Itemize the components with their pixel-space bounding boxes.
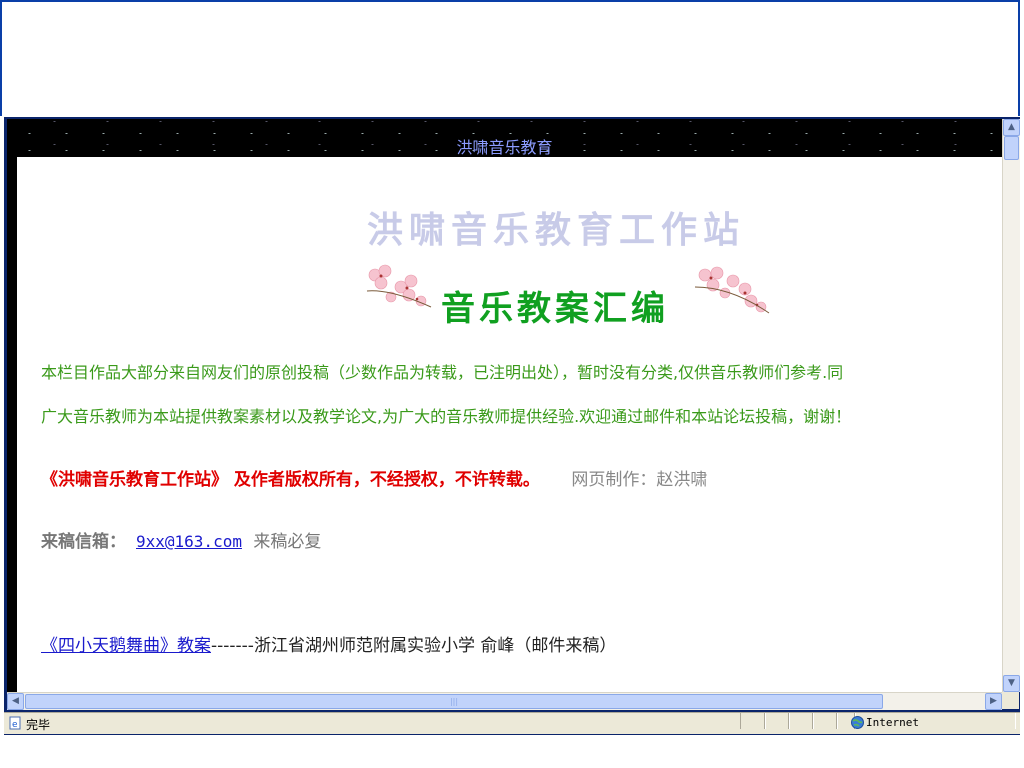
- article-author: -------浙江省湖州师范附属实验小学 俞峰（邮件来稿）: [211, 636, 617, 656]
- header-title: 洪啸音乐教育: [456, 138, 553, 157]
- contact-note: 来稿必复: [253, 532, 322, 552]
- header-bar: 洪啸音乐教育: [7, 119, 1002, 157]
- page-viewport: 洪啸音乐教育 洪啸音乐教育工作站 音乐教案汇编 本栏目作品大部分来自网友们的原创…: [7, 119, 1002, 692]
- blank-top-area: [0, 0, 1020, 116]
- section-banner: 音乐教案汇编: [361, 261, 771, 329]
- blossom-left-icon: [366, 264, 432, 308]
- page-maker: 网页制作：赵洪啸: [571, 470, 708, 490]
- section-title: 音乐教案汇编: [441, 289, 669, 329]
- vertical-scrollbar[interactable]: ▲ ▼: [1002, 119, 1020, 692]
- copyright-text: 《洪啸音乐教育工作站》 及作者版权所有，不经授权，不许转载。: [41, 470, 540, 490]
- svg-text:e: e: [12, 720, 18, 730]
- zone-label: Internet: [866, 716, 919, 729]
- blossom-right-icon: [694, 266, 770, 314]
- ie-page-icon: e: [9, 716, 21, 730]
- status-cell: [740, 713, 766, 729]
- status-cell: [812, 713, 838, 729]
- status-text: 完毕: [26, 718, 51, 732]
- horizontal-scroll-thumb[interactable]: |||: [25, 694, 883, 709]
- email-link[interactable]: 9xx@163.com: [136, 532, 242, 551]
- article-link[interactable]: 《四小天鹅舞曲》教案: [41, 636, 211, 656]
- horizontal-scrollbar[interactable]: ◀ ||| ▶: [7, 692, 1002, 710]
- scrollbar-corner: [1002, 692, 1019, 709]
- security-zone: Internet: [851, 716, 919, 729]
- copyright-notice: 《洪啸音乐教育工作站》 及作者版权所有，不经授权，不许转载。 网页制作：赵洪啸: [41, 465, 707, 490]
- browser-window: 洪啸音乐教育 洪啸音乐教育工作站 音乐教案汇编 本栏目作品大部分来自网友们的原创…: [4, 117, 1020, 735]
- site-title: 洪啸音乐教育工作站: [367, 209, 746, 251]
- contact-label: 来稿信箱：: [41, 532, 126, 552]
- scroll-right-button[interactable]: ▶: [985, 693, 1002, 710]
- intro-line-2: 广大音乐教师为本站提供教案素材以及教学论文,为广大的音乐教师提供经验.欢迎通过邮…: [41, 407, 852, 426]
- globe-icon: [851, 716, 864, 729]
- vertical-scroll-thumb[interactable]: [1004, 136, 1019, 160]
- list-item: 《四小天鹅舞曲》教案-------浙江省湖州师范附属实验小学 俞峰（邮件来稿）: [41, 631, 616, 656]
- status-cell: [788, 713, 814, 729]
- intro-line-1: 本栏目作品大部分来自网友们的原创投稿（少数作品为转载，已注明出处），暂时没有分类…: [41, 363, 844, 382]
- scroll-up-button[interactable]: ▲: [1003, 119, 1020, 136]
- contact-line: 来稿信箱： 9xx@163.com 来稿必复: [41, 527, 321, 552]
- scroll-down-button[interactable]: ▼: [1003, 675, 1020, 692]
- status-cell: [764, 713, 790, 729]
- scroll-left-button[interactable]: ◀: [7, 693, 24, 710]
- status-bar: e 完毕 Internet: [4, 712, 1020, 734]
